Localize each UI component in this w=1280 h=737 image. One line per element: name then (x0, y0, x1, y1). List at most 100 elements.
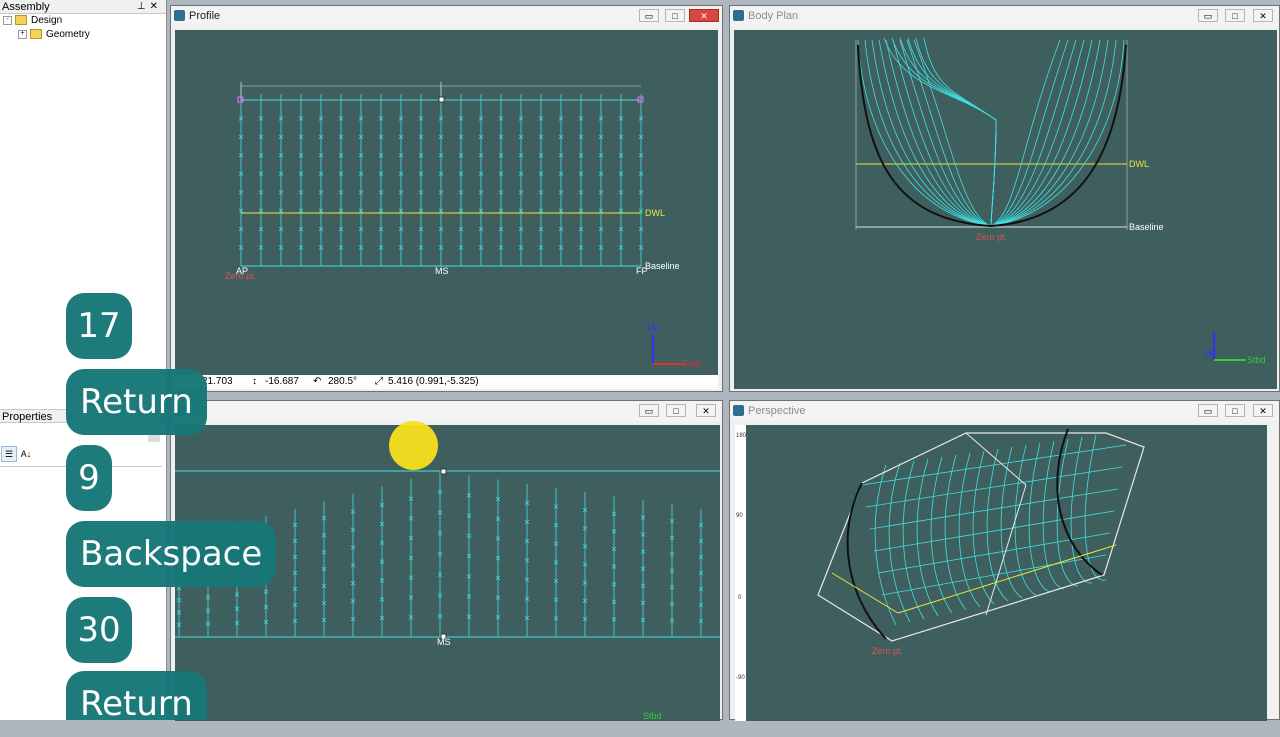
baseline-label: Baseline (1129, 222, 1164, 232)
angle-icon: ↶ (313, 376, 322, 387)
profile-viewport[interactable]: DWL Baseline AP Zero pt. MS FP Up Fwd (175, 30, 718, 375)
maximize-button[interactable]: □ (1225, 9, 1245, 22)
dwl-label: DWL (645, 208, 665, 218)
keystroke-pill: 9 (66, 445, 112, 511)
wireframe-line (865, 466, 1123, 508)
perspective-window[interactable]: Perspective ▭ □ ✕ 180 90 0 -90 Zero pt. (729, 400, 1280, 721)
collapse-icon[interactable]: - (3, 15, 12, 25)
control-point[interactable] (440, 468, 447, 475)
click-indicator (389, 421, 438, 470)
baseline-label: Baseline (645, 261, 680, 271)
midship-curve[interactable] (1056, 428, 1103, 576)
close-button[interactable]: ✕ (689, 9, 719, 22)
wireframe-curve (902, 460, 925, 620)
keystroke-pill: 17 (66, 293, 132, 359)
section-curve (915, 37, 997, 227)
ruler-tick-label: 0 (738, 595, 742, 601)
zero-point-label: Zero pt. (976, 232, 1007, 242)
sort-alpha-icon[interactable]: A↓ (18, 446, 34, 462)
tree-item-geometry[interactable]: + Geometry (18, 28, 90, 42)
wireframe-curve (958, 452, 981, 608)
wireframe-line (873, 510, 1115, 552)
window-icon (733, 405, 744, 416)
left-ruler: 180 90 0 -90 (735, 425, 746, 721)
ms-label: MS (437, 637, 451, 647)
wireframe-line (869, 488, 1119, 530)
keystroke-pill: Return (66, 369, 207, 435)
close-button[interactable]: ✕ (1253, 9, 1273, 22)
axis-up-label: Up (1204, 348, 1216, 358)
control-point[interactable] (438, 96, 445, 103)
tree-item-design[interactable]: - Design (3, 14, 62, 28)
station-lines (238, 94, 644, 266)
keystroke-pill: 30 (66, 597, 132, 663)
section-curve (907, 37, 997, 227)
body-plan-viewport[interactable]: DWL Baseline Zero pt. Up Stbd (734, 30, 1277, 389)
wireframe-curve (1014, 444, 1037, 596)
section-curve (906, 39, 1069, 227)
body-plan-window-titlebar[interactable]: Body Plan (730, 6, 1279, 26)
perspective-drawing[interactable]: Zero pt. (746, 425, 1267, 721)
zero-point-label: Zero pt. (872, 646, 903, 656)
tree-item-label: Geometry (46, 29, 90, 40)
section-curve (871, 39, 1109, 227)
dwl-label: DWL (1129, 159, 1149, 169)
minimize-button[interactable]: ▭ (1198, 9, 1218, 22)
pin-icon[interactable]: ⊥ (137, 1, 150, 12)
properties-panel-title: Properties (2, 411, 53, 423)
y-coord-value: -16.687 (265, 376, 299, 387)
folder-icon (15, 15, 27, 26)
maximize-button[interactable]: □ (1225, 404, 1245, 417)
perspective-window-titlebar[interactable]: Perspective (730, 401, 1279, 421)
distance-value: 5.416 (0.991,-5.325) (388, 376, 479, 387)
tree-item-label: Design (31, 15, 63, 26)
perspective-viewport[interactable]: Zero pt. (746, 425, 1267, 721)
transom-curve[interactable] (846, 482, 887, 640)
section-curve (899, 37, 997, 227)
profile-window-title: Profile (189, 10, 221, 22)
section-curve (885, 39, 1093, 227)
minimize-button[interactable]: ▭ (1198, 404, 1218, 417)
hull-edge (965, 432, 1027, 486)
section-curve (891, 37, 997, 227)
dwl-line[interactable] (831, 572, 899, 614)
keystroke-pill: Return (66, 671, 207, 724)
y-coord-icon: ↕ (252, 376, 257, 387)
body-plan-window[interactable]: Body Plan ▭ □ ✕ DWL Baseline Zero pt. Up… (729, 5, 1280, 392)
close-button[interactable]: ✕ (696, 404, 716, 417)
axis-up-label: Up (647, 322, 659, 332)
profile-drawing[interactable]: DWL Baseline AP Zero pt. MS FP Up Fwd (175, 30, 718, 375)
angle-value: 280.5° (328, 376, 358, 387)
wireframe-line (861, 444, 1127, 486)
wireframe-curve (1028, 442, 1051, 593)
section-curve (883, 37, 997, 227)
midship-section-curve[interactable] (857, 44, 1127, 228)
profile-window[interactable]: Profile ▭ □ ✕ DWL Baseline AP Zero pt. M… (170, 5, 723, 392)
minimize-button[interactable]: ▭ (639, 9, 659, 22)
maximize-button[interactable]: □ (665, 9, 685, 22)
window-icon (174, 10, 185, 21)
wireframe-curve (944, 454, 967, 611)
expand-icon[interactable]: + (18, 29, 27, 39)
close-icon[interactable]: ✕ (150, 1, 162, 12)
body-plan-drawing[interactable]: DWL Baseline Zero pt. Up Stbd (734, 30, 1277, 389)
assembly-panel-title: Assembly (2, 1, 50, 13)
ruler-tick-label: 90 (736, 513, 743, 519)
section-curves (857, 37, 1125, 227)
section-curve (864, 39, 1117, 227)
axis-stbd-label: Stbd (1247, 355, 1266, 365)
wireframe-curve (930, 456, 953, 614)
wireframe-curve (888, 462, 911, 623)
keystroke-pill: Backspace (66, 521, 277, 587)
body-plan-window-title: Body Plan (748, 10, 799, 22)
fp-label: FP (636, 266, 648, 276)
close-button[interactable]: ✕ (1253, 404, 1273, 417)
zero-point-label: Zero pt. (225, 271, 256, 281)
maximize-button[interactable]: □ (666, 404, 686, 417)
wireframe-curve (916, 458, 939, 617)
window-icon (733, 10, 744, 21)
ms-label: MS (435, 266, 449, 276)
minimize-button[interactable]: ▭ (639, 404, 659, 417)
categorized-icon[interactable]: ☰ (1, 446, 17, 462)
perspective-window-title: Perspective (748, 405, 806, 417)
